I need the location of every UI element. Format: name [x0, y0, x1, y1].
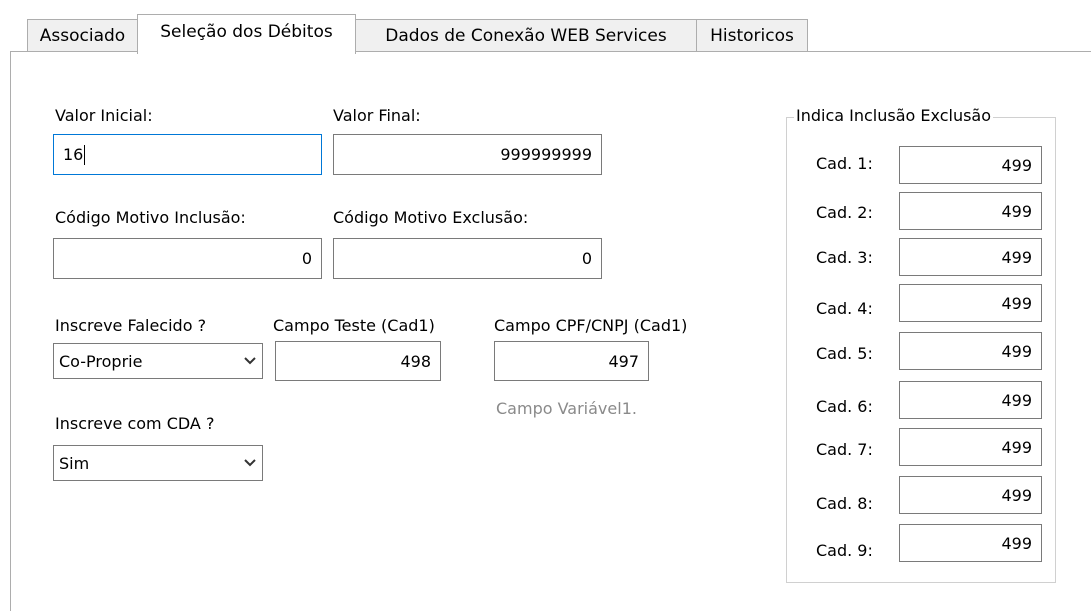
indica-group-title: Indica Inclusão Exclusão: [794, 105, 994, 127]
cad-input[interactable]: 499: [899, 146, 1042, 184]
cad-label: Cad. 7:: [816, 440, 873, 459]
cad-label: Cad. 2:: [816, 203, 873, 222]
cad-input[interactable]: 499: [899, 238, 1042, 276]
cad-value: 499: [1001, 341, 1032, 361]
chevron-down-icon: [244, 459, 256, 467]
tab-associado[interactable]: Associado: [27, 19, 138, 51]
inscreve-cda-select[interactable]: Sim: [53, 445, 263, 481]
chevron-down-icon: [244, 357, 256, 365]
cad-value: 499: [1001, 533, 1032, 553]
tab-bar: Associado Seleção dos Débitos Dados de C…: [0, 0, 1091, 54]
campo-cpf-input[interactable]: 497: [494, 341, 649, 381]
cad-value: 499: [1001, 390, 1032, 410]
campo-cpf-label: Campo CPF/CNPJ (Cad1): [494, 316, 688, 335]
cad-label: Cad. 9:: [816, 541, 873, 560]
campo-teste-label: Campo Teste (Cad1): [273, 316, 435, 335]
cad-value: 499: [1001, 155, 1032, 175]
cad-value: 499: [1001, 247, 1032, 267]
cad-value: 499: [1001, 485, 1032, 505]
campo-variavel-hint: Campo Variável1.: [496, 399, 637, 418]
cad-input[interactable]: 499: [899, 476, 1042, 514]
cad-input[interactable]: 499: [899, 332, 1042, 370]
cad-label: Cad. 6:: [816, 397, 873, 416]
cad-label: Cad. 5:: [816, 344, 873, 363]
codigo-inclusao-value: 0: [301, 249, 312, 268]
inscreve-falecido-select[interactable]: Co-Proprie: [53, 343, 263, 379]
text-caret: [84, 144, 86, 165]
codigo-inclusao-input[interactable]: 0: [53, 238, 322, 279]
campo-teste-input[interactable]: 498: [275, 341, 441, 381]
cad-label: Cad. 3:: [816, 248, 873, 267]
cad-input[interactable]: 499: [899, 524, 1042, 562]
cad-input[interactable]: 499: [899, 381, 1042, 419]
tab-historicos[interactable]: Historicos: [696, 19, 808, 51]
cad-label: Cad. 8:: [816, 494, 873, 513]
valor-inicial-input[interactable]: 16: [53, 134, 322, 175]
cad-label: Cad. 4:: [816, 299, 873, 318]
valor-final-label: Valor Final:: [333, 106, 421, 125]
tab-dados-conexao[interactable]: Dados de Conexão WEB Services: [355, 19, 697, 51]
codigo-exclusao-input[interactable]: 0: [333, 238, 602, 279]
cad-input[interactable]: 499: [899, 284, 1042, 322]
codigo-inclusao-label: Código Motivo Inclusão:: [55, 208, 246, 227]
inscreve-falecido-label: Inscreve Falecido ?: [55, 316, 207, 335]
inscreve-cda-label: Inscreve com CDA ?: [55, 414, 215, 433]
codigo-exclusao-value: 0: [581, 249, 592, 268]
cad-input[interactable]: 499: [899, 192, 1042, 230]
inscreve-falecido-value: Co-Proprie: [59, 351, 143, 371]
campo-cpf-value: 497: [608, 351, 639, 371]
valor-inicial-label: Valor Inicial:: [55, 106, 153, 125]
campo-teste-value: 498: [400, 351, 431, 371]
cad-input[interactable]: 499: [899, 428, 1042, 466]
cad-label: Cad. 1:: [816, 154, 873, 173]
inscreve-cda-value: Sim: [59, 453, 90, 473]
cad-value: 499: [1001, 201, 1032, 221]
valor-final-input[interactable]: 999999999: [333, 134, 602, 175]
tab-selecao-debitos[interactable]: Seleção dos Débitos: [137, 14, 356, 54]
cad-value: 499: [1001, 293, 1032, 313]
valor-inicial-value: 16: [63, 145, 84, 164]
cad-value: 499: [1001, 437, 1032, 457]
valor-final-value: 999999999: [500, 145, 592, 164]
codigo-exclusao-label: Código Motivo Exclusão:: [333, 208, 529, 227]
